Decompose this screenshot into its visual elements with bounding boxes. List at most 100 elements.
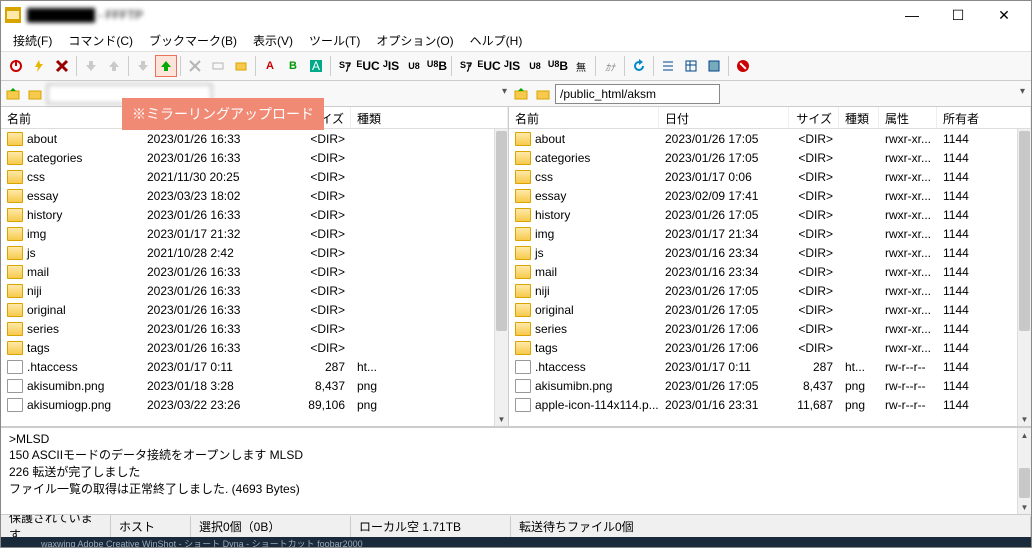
file-row[interactable]: js2023/01/16 23:34<DIR>rwxr-xr...1144	[509, 243, 1017, 262]
ascii-mode-icon[interactable]: A	[259, 55, 281, 77]
euc-recv-icon[interactable]: EUC	[478, 55, 500, 77]
file-row[interactable]: akisumibn.png2023/01/26 17:058,437pngrw-…	[509, 376, 1017, 395]
file-row[interactable]: css2021/11/30 20:25<DIR>	[1, 167, 494, 186]
file-row[interactable]: history2023/01/26 16:33<DIR>	[1, 205, 494, 224]
file-row[interactable]: img2023/01/17 21:32<DIR>	[1, 224, 494, 243]
file-row[interactable]: css2023/01/17 0:06<DIR>rwxr-xr...1144	[509, 167, 1017, 186]
file-row[interactable]: essay2023/02/09 17:41<DIR>rwxr-xr...1144	[509, 186, 1017, 205]
col-name[interactable]: 名前	[1, 107, 141, 128]
jis-send-icon[interactable]: JIS	[380, 55, 402, 77]
quick-connect-icon[interactable]	[28, 55, 50, 77]
detail-view-icon[interactable]	[680, 55, 702, 77]
sjis-recv-icon[interactable]: Sｱ	[455, 55, 477, 77]
col-date[interactable]: 日付	[659, 107, 789, 128]
file-date: 2023/01/26 16:33	[141, 322, 281, 336]
utf8bom-recv-icon[interactable]: U8B	[547, 55, 569, 77]
file-row[interactable]: mail2023/01/26 16:33<DIR>	[1, 262, 494, 281]
menu-view[interactable]: 表示(V)	[247, 30, 299, 51]
file-row[interactable]: original2023/01/26 17:05<DIR>rwxr-xr...1…	[509, 300, 1017, 319]
col-name[interactable]: 名前	[509, 107, 659, 128]
local-list[interactable]: about2023/01/26 16:33<DIR>categories2023…	[1, 129, 508, 426]
mkdir-icon[interactable]	[230, 55, 252, 77]
remote-path-input[interactable]	[555, 84, 720, 104]
log-scrollbar[interactable]: ▲▼	[1017, 428, 1031, 514]
log-panel[interactable]: >MLSD 150 ASCIIモードのデータ接続をオープンします MLSD 22…	[1, 427, 1031, 515]
remote-open-icon[interactable]	[533, 84, 553, 104]
download-icon[interactable]	[80, 55, 102, 77]
file-row[interactable]: about2023/01/26 17:05<DIR>rwxr-xr...1144	[509, 129, 1017, 148]
file-row[interactable]: original2023/01/26 16:33<DIR>	[1, 300, 494, 319]
file-row[interactable]: tags2023/01/26 17:06<DIR>rwxr-xr...1144	[509, 338, 1017, 357]
list-view-icon[interactable]	[657, 55, 679, 77]
local-scrollbar[interactable]: ▲▼	[494, 129, 508, 426]
maximize-button[interactable]: ☐	[935, 1, 981, 29]
menu-command[interactable]: コマンド(C)	[62, 30, 139, 51]
file-row[interactable]: js2021/10/28 2:42<DIR>	[1, 243, 494, 262]
file-size: <DIR>	[789, 227, 839, 241]
kana-icon[interactable]: ｶﾅ	[599, 55, 621, 77]
upload-icon[interactable]	[103, 55, 125, 77]
connect-icon[interactable]	[5, 55, 27, 77]
file-row[interactable]: essay2023/03/23 18:02<DIR>	[1, 186, 494, 205]
log-line: >MLSD	[9, 432, 1023, 446]
file-row[interactable]: categories2023/01/26 16:33<DIR>	[1, 148, 494, 167]
delete-icon[interactable]	[184, 55, 206, 77]
file-row[interactable]: series2023/01/26 17:06<DIR>rwxr-xr...114…	[509, 319, 1017, 338]
file-row[interactable]: apple-icon-114x114.p...2023/01/16 23:311…	[509, 395, 1017, 414]
file-row[interactable]: history2023/01/26 17:05<DIR>rwxr-xr...11…	[509, 205, 1017, 224]
file-row[interactable]: niji2023/01/26 16:33<DIR>	[1, 281, 494, 300]
col-type[interactable]: 種類	[839, 107, 879, 128]
file-row[interactable]: mail2023/01/16 23:34<DIR>rwxr-xr...1144	[509, 262, 1017, 281]
file-row[interactable]: .htaccess2023/01/17 0:11287ht...rw-r--r-…	[509, 357, 1017, 376]
status-queue: 転送待ちファイル0個	[511, 516, 1031, 537]
abort-icon[interactable]	[732, 55, 754, 77]
file-row[interactable]: tags2023/01/26 16:33<DIR>	[1, 338, 494, 357]
rename-icon[interactable]	[207, 55, 229, 77]
log-line: ファイル一覧の取得は正常終了しました. (4693 Bytes)	[9, 480, 1023, 497]
menu-help[interactable]: ヘルプ(H)	[464, 30, 529, 51]
col-type[interactable]: 種類	[351, 107, 508, 128]
sjis-send-icon[interactable]: Sｱ	[334, 55, 356, 77]
utf8bom-send-icon[interactable]: U8B	[426, 55, 448, 77]
menu-tool[interactable]: ツール(T)	[303, 30, 366, 51]
menu-connect[interactable]: 接続(F)	[7, 30, 58, 51]
utf8-send-icon[interactable]: U8	[403, 55, 425, 77]
remote-header[interactable]: 名前 日付 サイズ 種類 属性 所有者	[509, 107, 1031, 129]
col-owner[interactable]: 所有者	[937, 107, 1031, 128]
file-size: <DIR>	[789, 284, 839, 298]
file-row[interactable]: akisumibn.png2023/01/18 3:288,437png	[1, 376, 494, 395]
disconnect-icon[interactable]	[51, 55, 73, 77]
remote-up-icon[interactable]	[511, 84, 531, 104]
local-open-icon[interactable]	[25, 84, 45, 104]
euc-send-icon[interactable]: EUC	[357, 55, 379, 77]
file-row[interactable]: img2023/01/17 21:34<DIR>rwxr-xr...1144	[509, 224, 1017, 243]
col-attr[interactable]: 属性	[879, 107, 937, 128]
close-button[interactable]: ✕	[981, 1, 1027, 29]
file-owner: 1144	[937, 208, 1017, 222]
local-up-icon[interactable]	[3, 84, 23, 104]
minimize-button[interactable]: —	[889, 1, 935, 29]
menu-option[interactable]: オプション(O)	[370, 30, 459, 51]
auto-mode-icon[interactable]: A	[305, 55, 327, 77]
remote-list[interactable]: about2023/01/26 17:05<DIR>rwxr-xr...1144…	[509, 129, 1031, 426]
jis-recv-icon[interactable]: JIS	[501, 55, 523, 77]
file-row[interactable]: about2023/01/26 16:33<DIR>	[1, 129, 494, 148]
file-row[interactable]: niji2023/01/26 17:05<DIR>rwxr-xr...1144	[509, 281, 1017, 300]
no-kanji-icon[interactable]: 無	[570, 55, 592, 77]
folder-icon	[515, 303, 531, 317]
refresh-icon[interactable]	[628, 55, 650, 77]
col-size[interactable]: サイズ	[789, 107, 839, 128]
file-row[interactable]: .htaccess2023/01/17 0:11287ht...	[1, 357, 494, 376]
file-type: png	[351, 379, 471, 393]
binary-mode-icon[interactable]: B	[282, 55, 304, 77]
file-row[interactable]: akisumiogp.png2023/03/22 23:2689,106png	[1, 395, 494, 414]
utf8-recv-icon[interactable]: U8	[524, 55, 546, 77]
menu-bookmark[interactable]: ブックマーク(B)	[143, 30, 243, 51]
file-row[interactable]: series2023/01/26 16:33<DIR>	[1, 319, 494, 338]
file-name: tags	[27, 341, 50, 355]
remote-scrollbar[interactable]: ▲▼	[1017, 129, 1031, 426]
mirror-upload-icon[interactable]	[155, 55, 177, 77]
file-row[interactable]: categories2023/01/26 17:05<DIR>rwxr-xr..…	[509, 148, 1017, 167]
sync-icon[interactable]	[703, 55, 725, 77]
mirror-download-icon[interactable]	[132, 55, 154, 77]
